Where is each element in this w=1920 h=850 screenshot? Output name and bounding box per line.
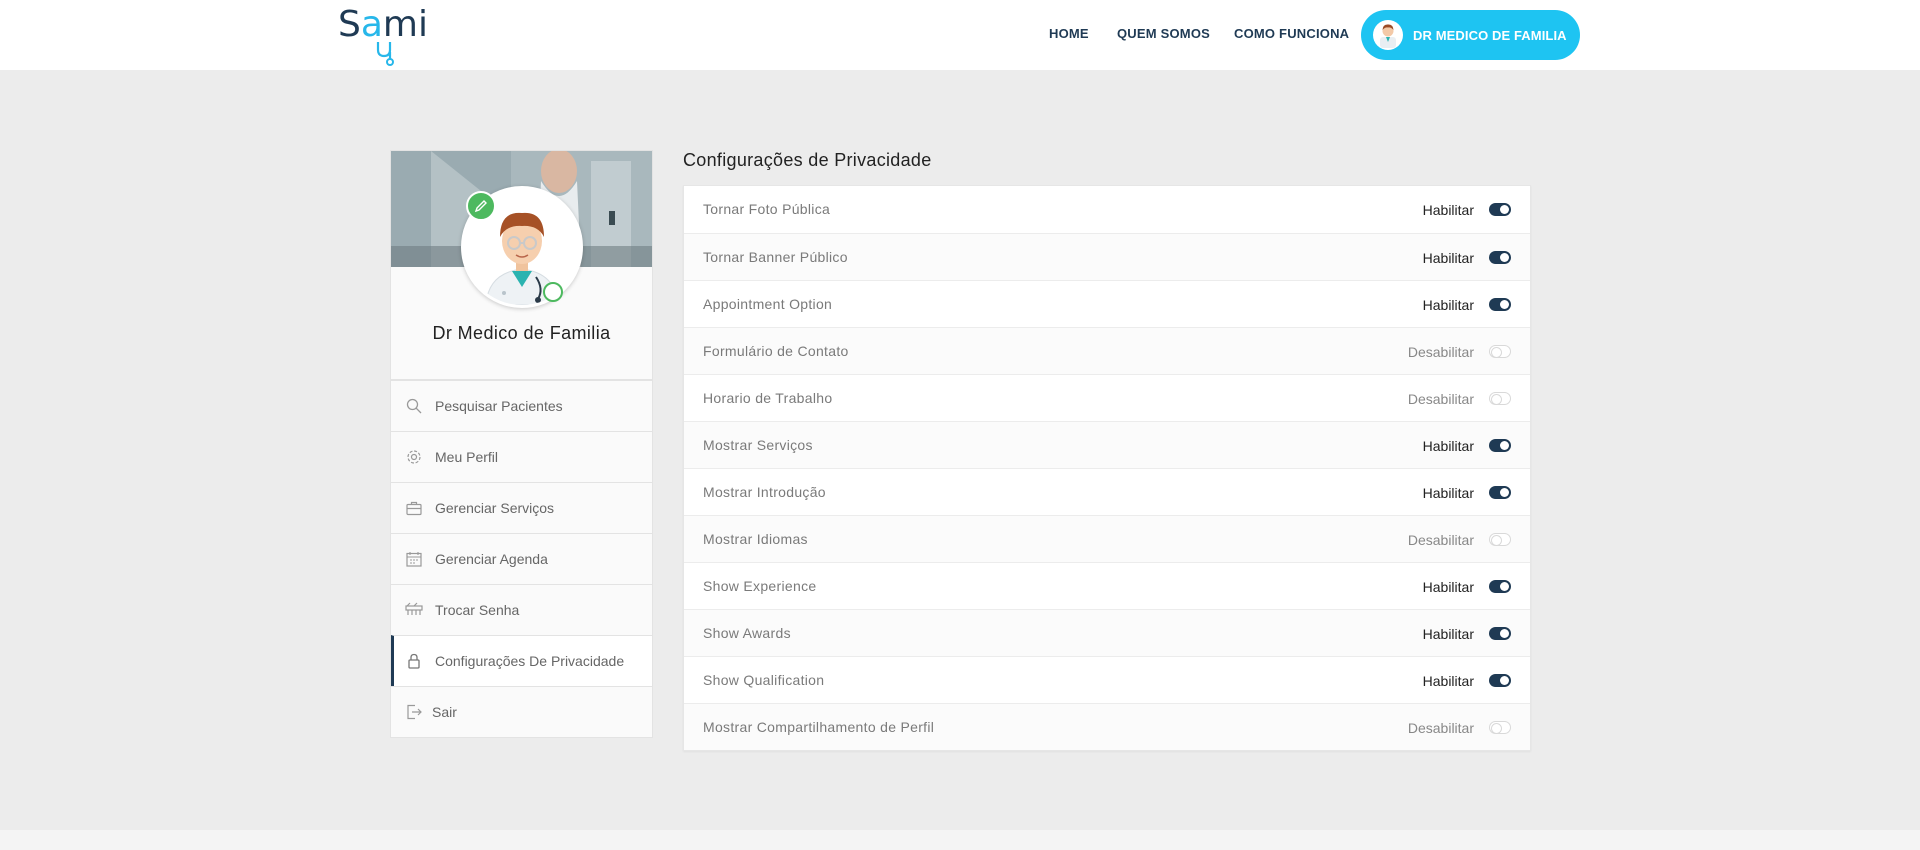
privacy-setting-row: Mostrar Serviços Habilitar	[684, 421, 1530, 468]
setting-toggle-switch[interactable]	[1489, 439, 1511, 452]
profile-card: Dr Medico de Familia	[390, 150, 653, 380]
setting-status-label: Habilitar	[1422, 485, 1474, 501]
sidebar-item-label: Meu Perfil	[435, 449, 499, 465]
setting-status-label: Habilitar	[1422, 202, 1474, 218]
setting-status-label: Habilitar	[1422, 250, 1474, 266]
setting-toggle-switch[interactable]	[1489, 298, 1511, 311]
setting-toggle-switch[interactable]	[1489, 486, 1511, 499]
edit-profile-button[interactable]	[466, 191, 496, 221]
stethoscope-icon	[376, 42, 394, 66]
setting-toggle-switch[interactable]	[1489, 627, 1511, 640]
privacy-setting-row: Mostrar Compartilhamento de Perfil Desabi…	[684, 703, 1530, 750]
sidebar-item-configuracoes-privacidade[interactable]: Configurações De Privacidade	[391, 635, 652, 686]
setting-label: Mostrar Idiomas	[703, 531, 808, 547]
setting-toggle-switch[interactable]	[1489, 721, 1511, 734]
setting-label: Show Qualification	[703, 672, 825, 688]
sidebar-item-gerenciar-servicos[interactable]: Gerenciar Serviços	[391, 482, 652, 533]
user-profile-button[interactable]: DR MEDICO DE FAMILIA	[1361, 10, 1580, 60]
privacy-setting-row: Tornar Foto Pública Habilitar	[684, 186, 1530, 233]
setting-status-label: Desabilitar	[1407, 344, 1474, 360]
calendar-icon	[405, 550, 423, 568]
sidebar-item-pesquisar-pacientes[interactable]: Pesquisar Pacientes	[391, 380, 652, 431]
setting-status-label: Habilitar	[1422, 297, 1474, 313]
setting-label: Show Awards	[703, 625, 791, 641]
setting-toggle-switch[interactable]	[1489, 251, 1511, 264]
lock-icon	[405, 652, 423, 670]
pencil-icon	[474, 200, 487, 213]
setting-label: Appointment Option	[703, 296, 833, 312]
setting-status-label: Desabilitar	[1407, 720, 1474, 736]
profile-name: Dr Medico de Familia	[432, 323, 611, 343]
setting-status-label: Habilitar	[1422, 626, 1474, 642]
user-name-label: DR MEDICO DE FAMILIA	[1413, 27, 1567, 43]
sidebar-menu: Pesquisar Pacientes Meu Perfil Gerenciar…	[390, 380, 653, 738]
privacy-setting-row: Show Awards Habilitar	[684, 609, 1530, 656]
setting-label: Tornar Foto Pública	[703, 201, 831, 217]
sidebar-item-gerenciar-agenda[interactable]: Gerenciar Agenda	[391, 533, 652, 584]
sidebar-item-label: Sair	[432, 704, 457, 720]
setting-status-label: Desabilitar	[1407, 391, 1474, 407]
page-title: Configurações de Privacidade	[683, 150, 932, 170]
search-icon	[405, 397, 423, 415]
setting-label: Show Experience	[703, 578, 817, 594]
sidebar-item-label: Gerenciar Agenda	[435, 551, 548, 567]
sidebar-item-trocar-senha[interactable]: Trocar Senha	[391, 584, 652, 635]
setting-label: Tornar Banner Público	[703, 249, 848, 265]
key-icon	[405, 601, 423, 619]
nav-quem-somos[interactable]: QUEM SOMOS	[1117, 26, 1210, 41]
sami-logo[interactable]: Sami	[338, 4, 434, 66]
privacy-setting-row: Show Experience Habilitar	[684, 562, 1530, 609]
setting-label: Mostrar Compartilhamento de Perfil	[703, 719, 935, 735]
setting-status-label: Habilitar	[1422, 579, 1474, 595]
nav-home[interactable]: HOME	[1049, 26, 1089, 41]
setting-status-label: Habilitar	[1422, 673, 1474, 689]
setting-label: Mostrar Introdução	[703, 484, 826, 500]
privacy-setting-row: Show Qualification Habilitar	[684, 656, 1530, 703]
privacy-setting-row: Tornar Banner Público Habilitar	[684, 233, 1530, 280]
sidebar-item-label: Trocar Senha	[435, 602, 520, 618]
top-header: Sami HOME QUEM SOMOS COMO FUNCIONA DR ME…	[0, 0, 1920, 70]
privacy-settings-list: Tornar Foto Pública Habilitar Tornar Banne…	[683, 185, 1531, 751]
setting-label: Formulário de Contato	[703, 343, 849, 359]
privacy-setting-row: Mostrar Introdução Habilitar	[684, 468, 1530, 515]
setting-label: Horario de Trabalho	[703, 390, 833, 406]
setting-toggle-switch[interactable]	[1489, 580, 1511, 593]
privacy-setting-row: Mostrar Idiomas Desabilitar	[684, 515, 1530, 562]
gear-icon	[405, 448, 423, 466]
privacy-setting-row: Formulário de Contato Desabilitar	[684, 327, 1530, 374]
sidebar-item-label: Gerenciar Serviços	[435, 500, 555, 516]
doctor-avatar-icon	[1373, 20, 1403, 50]
setting-toggle-switch[interactable]	[1489, 533, 1511, 546]
setting-toggle-switch[interactable]	[1489, 674, 1511, 687]
logout-icon	[405, 703, 423, 721]
privacy-setting-row: Horario de Trabalho Desabilitar	[684, 374, 1530, 421]
sidebar-item-label: Configurações De Privacidade	[435, 653, 625, 669]
footer-band	[0, 830, 1920, 850]
setting-toggle-switch[interactable]	[1489, 392, 1511, 405]
setting-label: Mostrar Serviços	[703, 437, 813, 453]
sidebar-item-sair[interactable]: Sair	[391, 686, 652, 737]
nav-como-funciona[interactable]: COMO FUNCIONA	[1234, 26, 1349, 41]
setting-status-label: Desabilitar	[1407, 532, 1474, 548]
briefcase-icon	[405, 499, 423, 517]
sidebar-item-meu-perfil[interactable]: Meu Perfil	[391, 431, 652, 482]
setting-toggle-switch[interactable]	[1489, 203, 1511, 216]
setting-status-label: Habilitar	[1422, 438, 1474, 454]
privacy-setting-row: Appointment Option Habilitar	[684, 280, 1530, 327]
logo-wordmark: Sami	[338, 4, 428, 45]
sidebar-item-label: Pesquisar Pacientes	[435, 398, 563, 414]
online-status-indicator	[543, 282, 563, 302]
setting-toggle-switch[interactable]	[1489, 345, 1511, 358]
